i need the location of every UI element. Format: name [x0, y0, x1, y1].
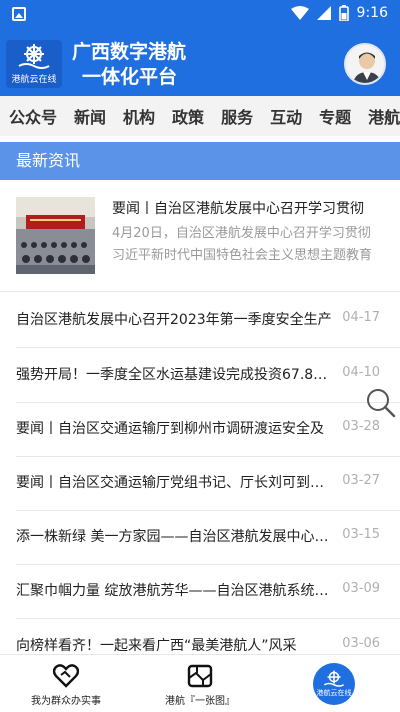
app-logo-nav: 港航云在线: [313, 663, 355, 705]
app-header: 港航云在线 广西数字港航 一体化平台: [0, 28, 400, 96]
heart-handshake-icon: [53, 664, 79, 688]
tab-public-account[interactable]: 公众号: [0, 104, 65, 128]
news-date: 03-28: [342, 419, 380, 434]
news-title: 向榜样看齐！一起来看广西“最美港航人”风采: [16, 638, 297, 654]
news-title: 要闻丨自治区交通运输厅到柳州市调研渡运安全及: [16, 421, 324, 437]
title-line-2: 一体化平台: [82, 66, 178, 88]
news-date: 03-09: [342, 581, 380, 596]
article-thumbnail: [16, 197, 95, 274]
featured-article-title[interactable]: 要闻丨自治区港航发展中心召开学习贯彻: [112, 198, 384, 218]
search-icon: [367, 389, 396, 418]
tab-institutions[interactable]: 机构: [114, 104, 163, 128]
image-icon: [12, 7, 26, 21]
avatar-icon: [346, 45, 384, 83]
nav-item-home[interactable]: 港航云在线: [311, 655, 357, 712]
news-date: 03-27: [342, 473, 380, 488]
logo-text: 港航云在线: [11, 74, 57, 85]
news-date: 04-10: [342, 365, 380, 380]
ship-wheel-icon: [323, 670, 345, 687]
search-button[interactable]: [366, 388, 396, 418]
category-tabs: 公众号 新闻 机构 政策 服务 互动 专题 港航: [0, 96, 400, 136]
tab-interaction[interactable]: 互动: [261, 104, 310, 128]
tab-policy[interactable]: 政策: [163, 104, 212, 128]
battery-icon: [338, 5, 349, 21]
news-title: 强势开局！一季度全区水运基建设完成投资67.8亿元: [16, 367, 336, 383]
list-item[interactable]: 强势开局！一季度全区水运基建设完成投资67.8亿元 04-10: [16, 347, 400, 403]
nav-item-service[interactable]: 我为群众办实事: [18, 655, 114, 712]
bottom-nav: 我为群众办实事 港航『一张图』 港航云在线: [0, 654, 400, 711]
app-title: 广西数字港航 一体化平台: [72, 40, 186, 90]
list-item[interactable]: 自治区港航发展中心召开2023年第一季度安全生产 04-17: [16, 292, 400, 348]
list-item[interactable]: 添一株新绿 美一方家园——自治区港航发展中心参加 03-15: [16, 509, 400, 565]
app-logo[interactable]: 港航云在线: [6, 40, 62, 88]
status-time: 9:16: [356, 5, 388, 21]
list-item[interactable]: 要闻丨自治区交通运输厅到柳州市调研渡运安全及 03-28: [16, 401, 400, 457]
tab-port[interactable]: 港航: [359, 104, 400, 128]
status-bar: 9:16: [0, 0, 400, 28]
news-title: 添一株新绿 美一方家园——自治区港航发展中心参加: [16, 529, 336, 545]
news-date: 04-17: [342, 310, 380, 325]
avatar[interactable]: [344, 43, 386, 85]
news-title: 汇聚巾帼力量 绽放港航芳华——自治区港航系统庆祝: [16, 583, 336, 599]
section-title: 最新资讯: [0, 142, 400, 180]
news-title: 要闻丨自治区交通运输厅党组书记、厅长刘可到南宁: [16, 475, 336, 491]
tab-services[interactable]: 服务: [212, 104, 261, 128]
nav-item-map[interactable]: 港航『一张图』: [152, 655, 248, 712]
title-line-1: 广西数字港航: [72, 41, 187, 63]
nav-label: 港航『一张图』: [165, 696, 235, 707]
news-date: 03-15: [342, 527, 380, 542]
tab-news[interactable]: 新闻: [65, 104, 114, 128]
signal-icon: [316, 6, 331, 20]
news-title: 自治区港航发展中心召开2023年第一季度安全生产: [16, 312, 332, 328]
nav-logo-text: 港航云在线: [316, 689, 352, 697]
wifi-icon: [290, 6, 309, 20]
ship-wheel-icon: [18, 43, 50, 69]
featured-article-summary: 4月20日，自治区港航发展中心召开学习贯彻习近平新时代中国特色社会主义思想主题教…: [112, 226, 373, 263]
list-item[interactable]: 要闻丨自治区交通运输厅党组书记、厅长刘可到南宁 03-27: [16, 455, 400, 511]
list-item[interactable]: 汇聚巾帼力量 绽放港航芳华——自治区港航系统庆祝 03-09: [16, 563, 400, 619]
map-icon: [187, 664, 213, 688]
nav-label: 我为群众办实事: [31, 696, 101, 707]
news-date: 03-06: [342, 636, 380, 651]
tab-topics[interactable]: 专题: [310, 104, 359, 128]
